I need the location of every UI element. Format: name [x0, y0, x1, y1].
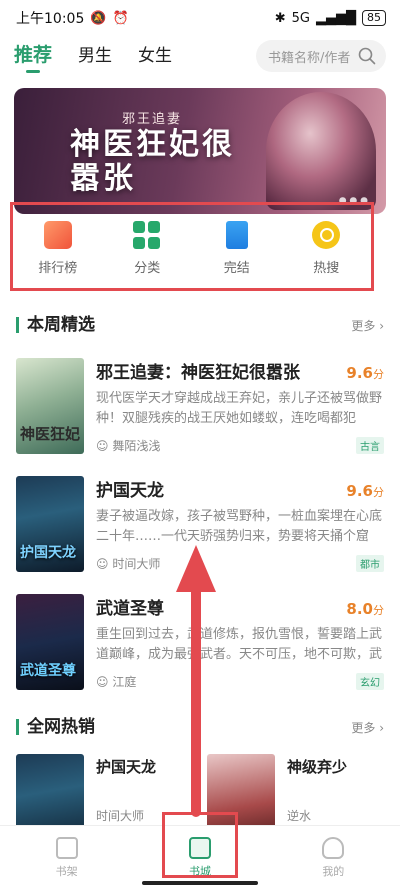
book-item[interactable]: 护国天龙 护国天龙 9.6分 妻子被逼改嫁，孩子被骂野种，一桩血案埋在心底二十年…: [0, 476, 400, 594]
signal-label: 5G: [291, 10, 310, 26]
more-link[interactable]: 更多 ›: [351, 719, 384, 736]
book-author: ☺ 时间大师: [96, 557, 161, 571]
hot-search-icon: [312, 221, 341, 249]
book-description: 重生回到过去，武道修炼，报仇雪恨，誓要踏上武道巅峰，成为最强武者。天不可压，地不…: [96, 627, 383, 662]
book-cover: 神医狂妃: [16, 358, 84, 454]
top-tabs: 推荐 男生 女生 书籍名称/作者: [0, 36, 400, 76]
genre-tag: 都市: [356, 555, 384, 572]
book-title: 邪王追妻：神医狂妃很嚣张: [96, 363, 300, 383]
quick-nav-finished[interactable]: 完结: [201, 221, 273, 276]
book-score: 8.0分: [346, 600, 384, 618]
nav-profile[interactable]: 我的: [293, 836, 373, 879]
nav-label: 我的: [322, 864, 345, 878]
quick-nav-rank[interactable]: 排行榜: [22, 221, 94, 276]
book-title: 武道圣尊: [96, 599, 164, 619]
bookshelf-icon: [55, 836, 78, 859]
nav-label: 书架: [55, 864, 78, 878]
nav-bookshelf[interactable]: 书架: [27, 836, 107, 879]
book-item[interactable]: 神医狂妃 邪王追妻：神医狂妃很嚣张 9.6分 现代医学天才穿越成战王弃妃，亲儿子…: [0, 358, 400, 476]
bluetooth-icon: ✱: [274, 10, 286, 26]
bell-off-icon: 🔕: [90, 10, 107, 26]
banner-title: 神医狂妃很嚣张: [70, 127, 235, 196]
quick-nav-category[interactable]: 分类: [111, 221, 183, 276]
tab-female[interactable]: 女生: [138, 41, 172, 72]
book-cover: 护国天龙: [16, 476, 84, 572]
battery-indicator: 85: [362, 10, 386, 26]
genre-tag: 古言: [356, 437, 384, 454]
quick-nav-label: 分类: [134, 261, 161, 276]
weekly-section-header: 本周精选 更多 ›: [0, 310, 400, 340]
tab-male[interactable]: 男生: [78, 41, 112, 72]
quick-nav-label: 热搜: [313, 261, 340, 276]
book-author: ☺ 舞陌浅浅: [96, 439, 161, 453]
status-bar: 上午10:05 🔕 ⏰ ✱ 5G ▂▄▆█ 85: [0, 0, 400, 36]
alarm-icon: ⏰: [112, 10, 129, 26]
search-input[interactable]: 书籍名称/作者: [256, 40, 386, 72]
bookstore-highlight: [162, 812, 238, 878]
section-title: 全网热销: [16, 719, 95, 736]
book-author: 逆水: [287, 809, 312, 823]
book-title: 护国天龙: [96, 758, 157, 776]
banner-subtitle: 邪王追妻: [122, 112, 183, 127]
book-description: 现代医学天才穿越成战王弃妃，亲儿子还被骂做野种！双腿残疾的战王厌她如蝼蚁，连吃喝…: [96, 391, 383, 426]
rank-icon: [43, 221, 72, 249]
quick-nav-label: 完结: [223, 261, 250, 276]
more-link[interactable]: 更多 ›: [351, 317, 384, 334]
person-icon: [322, 836, 345, 859]
section-title: 本周精选: [16, 317, 95, 334]
status-time: 上午10:05: [16, 11, 85, 27]
book-icon: [225, 221, 248, 249]
book-title: 神级弃少: [287, 758, 348, 776]
book-score: 9.6分: [346, 364, 384, 382]
genre-tag: 玄幻: [356, 673, 384, 690]
book-author: 时间大师: [96, 809, 145, 823]
home-indicator: [142, 881, 258, 885]
tab-recommend[interactable]: 推荐: [14, 40, 52, 73]
book-item[interactable]: 武道圣尊 武道圣尊 8.0分 重生回到过去，武道修炼，报仇雪恨，誓要踏上武道巅峰…: [0, 594, 400, 712]
quick-nav-hot-search[interactable]: 热搜: [290, 221, 362, 276]
search-placeholder: 书籍名称/作者: [268, 50, 351, 66]
search-icon: [358, 47, 376, 65]
category-icon: [133, 221, 161, 249]
hot-section-header: 全网热销 更多 ›: [0, 712, 400, 742]
book-author: ☺ 江庭: [96, 675, 137, 689]
promo-banner[interactable]: 邪王追妻 神医狂妃很嚣张 ● ● ●: [14, 88, 386, 214]
quick-nav: 排行榜 分类 完结 热搜: [10, 202, 374, 291]
signal-icon: ▂▄▆█: [316, 10, 356, 26]
book-score: 9.6分: [346, 482, 384, 500]
book-description: 妻子被逼改嫁，孩子被骂野种，一桩血案埋在心底二十年……一代天骄强势归来，势要将天…: [96, 509, 383, 544]
banner-illustration: [266, 92, 376, 210]
quick-nav-label: 排行榜: [38, 261, 78, 276]
book-cover: 武道圣尊: [16, 594, 84, 690]
book-title: 护国天龙: [96, 481, 164, 501]
